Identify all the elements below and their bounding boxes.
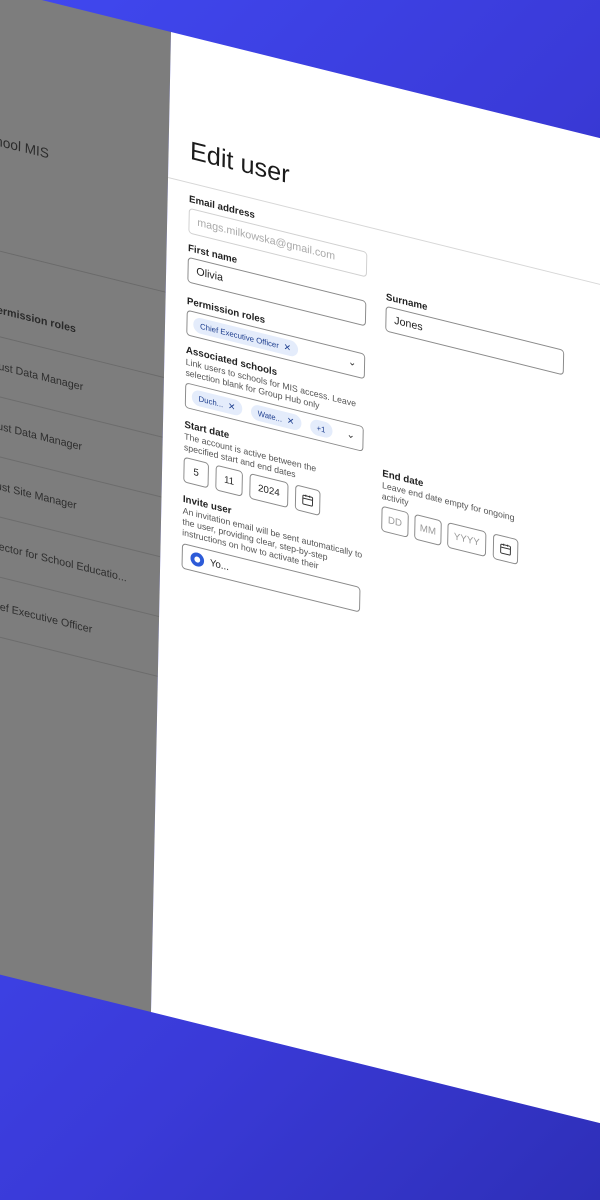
- calendar-icon: [500, 542, 512, 557]
- background-page: school MIS Permission roles Trust Data M…: [0, 0, 171, 1012]
- more-count: +1: [316, 423, 325, 434]
- start-month-input[interactable]: 11: [215, 465, 243, 497]
- surname-value: Jones: [394, 315, 423, 334]
- invite-option-label: Yo...: [210, 558, 229, 573]
- first-name-value: Olivia: [196, 266, 223, 284]
- users-table: Permission roles Trust Data Manager Trus…: [0, 283, 165, 677]
- divider: [0, 220, 166, 293]
- year-placeholder: YYYY: [454, 531, 480, 548]
- table-cell: Trust Data Manager: [0, 418, 82, 453]
- school-chip[interactable]: Wate... ✕: [251, 403, 301, 431]
- chevron-down-icon[interactable]: ⌄: [347, 429, 355, 442]
- app-title: school MIS: [0, 129, 49, 161]
- table-cell: Trust Data Manager: [0, 358, 83, 393]
- school-chip[interactable]: Duch... ✕: [192, 389, 243, 417]
- chip-label: Chief Executive Officer: [200, 321, 279, 349]
- end-month-input[interactable]: MM: [414, 514, 442, 546]
- day-value: 5: [193, 467, 199, 479]
- close-icon[interactable]: ✕: [287, 415, 295, 428]
- table-cell: Chief Executive Officer: [0, 597, 92, 636]
- start-day-input[interactable]: 5: [183, 457, 209, 489]
- day-placeholder: DD: [388, 515, 402, 529]
- chip-label: Wate...: [258, 409, 282, 424]
- chip-label: Duch...: [199, 394, 224, 409]
- table-cell: Trust Site Manager: [0, 478, 77, 512]
- end-calendar-button[interactable]: [493, 533, 519, 565]
- end-day-input[interactable]: DD: [381, 506, 409, 538]
- edit-user-drawer: Edit user Email address mags.milkowska@g…: [151, 32, 600, 1185]
- more-chip[interactable]: +1: [310, 418, 333, 439]
- surname-field[interactable]: Jones: [385, 306, 564, 376]
- radio-selected[interactable]: [190, 551, 204, 568]
- start-year-input[interactable]: 2024: [249, 473, 288, 508]
- year-value: 2024: [258, 483, 280, 499]
- calendar-icon: [302, 493, 314, 508]
- start-calendar-button[interactable]: [295, 484, 321, 516]
- drawer-title: Edit user: [190, 135, 290, 190]
- end-year-input[interactable]: YYYY: [447, 522, 486, 557]
- close-icon[interactable]: ✕: [228, 400, 236, 413]
- close-icon[interactable]: ✕: [284, 341, 292, 354]
- chevron-down-icon[interactable]: ⌄: [348, 357, 356, 370]
- month-placeholder: MM: [420, 523, 436, 538]
- month-value: 11: [224, 474, 234, 487]
- table-cell: Director for School Educatio...: [0, 538, 127, 585]
- tilted-stage: school MIS Permission roles Trust Data M…: [0, 0, 600, 1200]
